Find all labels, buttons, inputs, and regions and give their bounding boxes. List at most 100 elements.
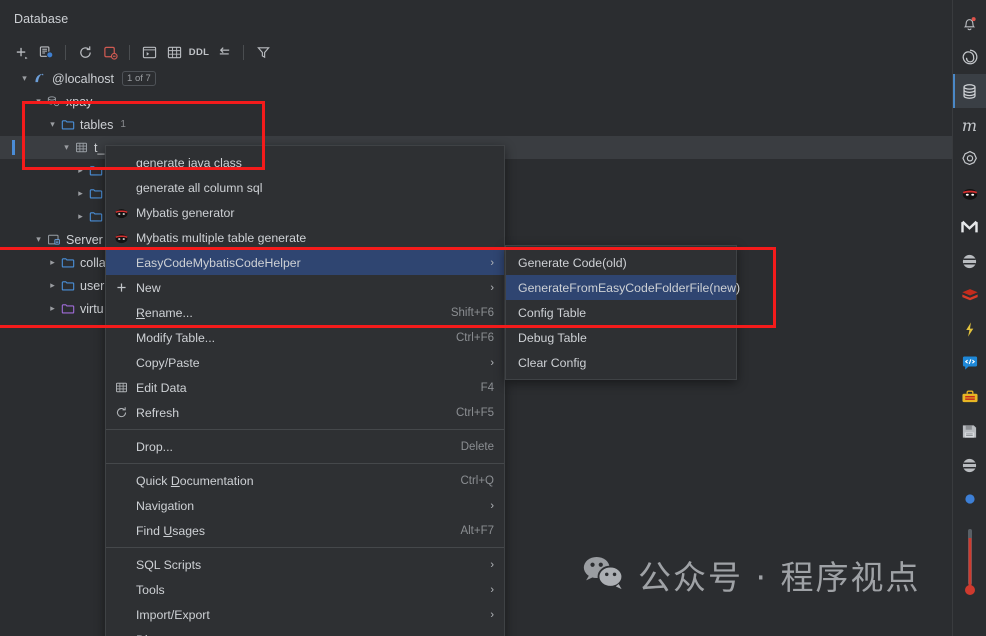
menu-item-copy-paste[interactable]: Copy/Paste › xyxy=(106,350,504,375)
menu-item-label: Find Usages xyxy=(136,523,206,538)
submenu-item-generate-code-old[interactable]: Generate Code(old) xyxy=(506,250,736,275)
menu-item-label: EasyCodeMybatisCodeHelper xyxy=(136,255,301,270)
gradle-icon[interactable] xyxy=(953,142,986,176)
chevron-down-icon[interactable]: ▾ xyxy=(46,120,59,129)
mail-icon[interactable] xyxy=(953,210,986,244)
menu-item-easycodemybatiscodehelper[interactable]: EasyCodeMybatisCodeHelper › xyxy=(106,250,504,275)
menu-item-import-export[interactable]: Import/Export › xyxy=(106,602,504,627)
context-menu[interactable]: generate java class generate all column s… xyxy=(105,145,505,636)
chevron-right-icon: › xyxy=(490,608,494,621)
menu-item-label: Copy/Paste xyxy=(136,355,200,370)
chevron-right-icon: › xyxy=(490,583,494,596)
menu-item-mybatis-generator[interactable]: Mybatis generator xyxy=(106,200,504,225)
folder-icon xyxy=(59,279,76,293)
toolbox-icon[interactable] xyxy=(953,380,986,414)
ddl-icon[interactable]: DDL xyxy=(188,41,210,63)
chevron-right-icon: › xyxy=(490,356,494,369)
chevron-down-icon[interactable]: ▾ xyxy=(32,235,45,244)
tree-node-localhost[interactable]: ▾ @localhost 1 of 7 xyxy=(0,67,952,90)
menu-item-generate-all-column-sql[interactable]: generate all column sql xyxy=(106,175,504,200)
sphere2-icon[interactable] xyxy=(953,448,986,482)
menu-item-drop[interactable]: Drop... Delete xyxy=(106,434,504,459)
save-disk-icon[interactable] xyxy=(953,414,986,448)
open-console-icon[interactable] xyxy=(138,41,160,63)
submenu-item-debug-table[interactable]: Debug Table xyxy=(506,325,736,350)
tree-node-tables[interactable]: ▾ tables 1 xyxy=(0,113,952,136)
notifications-icon[interactable] xyxy=(953,6,986,40)
menu-item-quick-documentation[interactable]: Quick Documentation Ctrl+Q xyxy=(106,468,504,493)
submenu-item-label: Clear Config xyxy=(518,355,587,370)
spiral-icon[interactable] xyxy=(953,40,986,74)
menu-separator xyxy=(106,429,504,430)
menu-item-label: Mybatis multiple table generate xyxy=(136,230,307,245)
refresh-icon[interactable] xyxy=(74,41,96,63)
menu-item-sql-scripts[interactable]: SQL Scripts › xyxy=(106,552,504,577)
blue-dot-icon[interactable] xyxy=(953,482,986,516)
submenu-item-config-table[interactable]: Config Table xyxy=(506,300,736,325)
server-objects-icon xyxy=(45,233,62,247)
mybatis-ninja-icon[interactable] xyxy=(953,176,986,210)
stop-refresh-icon[interactable] xyxy=(99,41,121,63)
filter-icon[interactable] xyxy=(252,41,274,63)
submenu-item-label: Config Table xyxy=(518,305,587,320)
chevron-down-icon[interactable]: ▾ xyxy=(32,97,45,106)
menu-item-tools[interactable]: Tools › xyxy=(106,577,504,602)
data-source-properties-icon[interactable] xyxy=(35,41,57,63)
submenu-item-clear-config[interactable]: Clear Config xyxy=(506,350,736,375)
code-bubble-icon[interactable] xyxy=(953,346,986,380)
menu-item-generate-java-class[interactable]: generate java class xyxy=(106,150,504,175)
menu-item-shortcut: Delete xyxy=(460,440,494,453)
flash-icon[interactable] xyxy=(953,312,986,346)
menu-item-rename[interactable]: Rename... Shift+F6 xyxy=(106,300,504,325)
right-tool-stripe[interactable]: m xyxy=(952,0,986,636)
selection-caret-marker xyxy=(12,140,15,155)
easycode-submenu[interactable]: Generate Code(old) GenerateFromEasyCodeFo… xyxy=(505,245,740,380)
menu-item-label: SQL Scripts xyxy=(136,557,202,572)
chevron-right-icon[interactable]: ▸ xyxy=(46,281,59,290)
chevron-right-icon: › xyxy=(490,499,494,512)
chevron-right-icon[interactable]: ▸ xyxy=(74,212,87,221)
chevron-down-icon[interactable]: ▾ xyxy=(18,74,31,83)
chevron-right-icon[interactable]: ▸ xyxy=(74,189,87,198)
jump-to-editor-icon[interactable] xyxy=(213,41,235,63)
sphere-icon[interactable] xyxy=(953,244,986,278)
menu-item-label: Diagrams xyxy=(136,633,478,636)
submenu-item-label: GenerateFromEasyCodeFolderFile(new) xyxy=(518,280,741,295)
tree-node-count: 1 xyxy=(120,119,126,130)
menu-item-find-usages[interactable]: Find Usages Alt+F7 xyxy=(106,518,504,543)
menu-item-diagrams[interactable]: Diagrams› xyxy=(106,627,504,636)
tree-node-label: xpay xyxy=(66,94,93,109)
menu-item-refresh[interactable]: Refresh Ctrl+F5 xyxy=(106,400,504,425)
database-icon[interactable] xyxy=(952,74,986,108)
folder-icon xyxy=(59,118,76,132)
thermometer-icon[interactable] xyxy=(953,524,986,602)
chevron-right-icon[interactable]: ▸ xyxy=(74,166,87,175)
menu-item-label: Refresh xyxy=(136,405,180,420)
menu-item-mybatis-multiple-table-generate[interactable]: Mybatis multiple table generate xyxy=(106,225,504,250)
redis-icon[interactable] xyxy=(953,278,986,312)
menu-item-modify-table[interactable]: Modify Table... Ctrl+F6 xyxy=(106,325,504,350)
menu-item-shortcut: F4 xyxy=(480,381,494,394)
table-icon xyxy=(73,141,90,154)
menu-item-label: Navigation xyxy=(136,498,195,513)
menu-item-edit-data[interactable]: Edit Data F4 xyxy=(106,375,504,400)
folder-icon xyxy=(59,256,76,270)
chevron-right-icon[interactable]: ▸ xyxy=(46,304,59,313)
mybatis-icon xyxy=(106,231,136,244)
tree-node-label: tables xyxy=(80,117,114,132)
tree-node-label: Server xyxy=(66,232,103,247)
add-icon[interactable] xyxy=(10,41,32,63)
maven-icon[interactable]: m xyxy=(953,108,986,142)
tree-node-xpay[interactable]: ▾ xpay xyxy=(0,90,952,113)
menu-item-navigation[interactable]: Navigation › xyxy=(106,493,504,518)
page-title: Database xyxy=(14,11,69,26)
mybatis-icon xyxy=(106,206,136,219)
menu-item-new[interactable]: New › xyxy=(106,275,504,300)
menu-item-label: New xyxy=(136,280,161,295)
tree-node-label: virtu xyxy=(80,301,104,316)
submenu-item-generatefromeasycodefolderfile-new[interactable]: GenerateFromEasyCodeFolderFile(new) xyxy=(506,275,740,300)
chevron-right-icon[interactable]: ▸ xyxy=(46,258,59,267)
chevron-down-icon[interactable]: ▾ xyxy=(60,143,73,152)
submenu-item-label: Generate Code(old) xyxy=(518,255,627,270)
jump-to-data-icon[interactable] xyxy=(163,41,185,63)
